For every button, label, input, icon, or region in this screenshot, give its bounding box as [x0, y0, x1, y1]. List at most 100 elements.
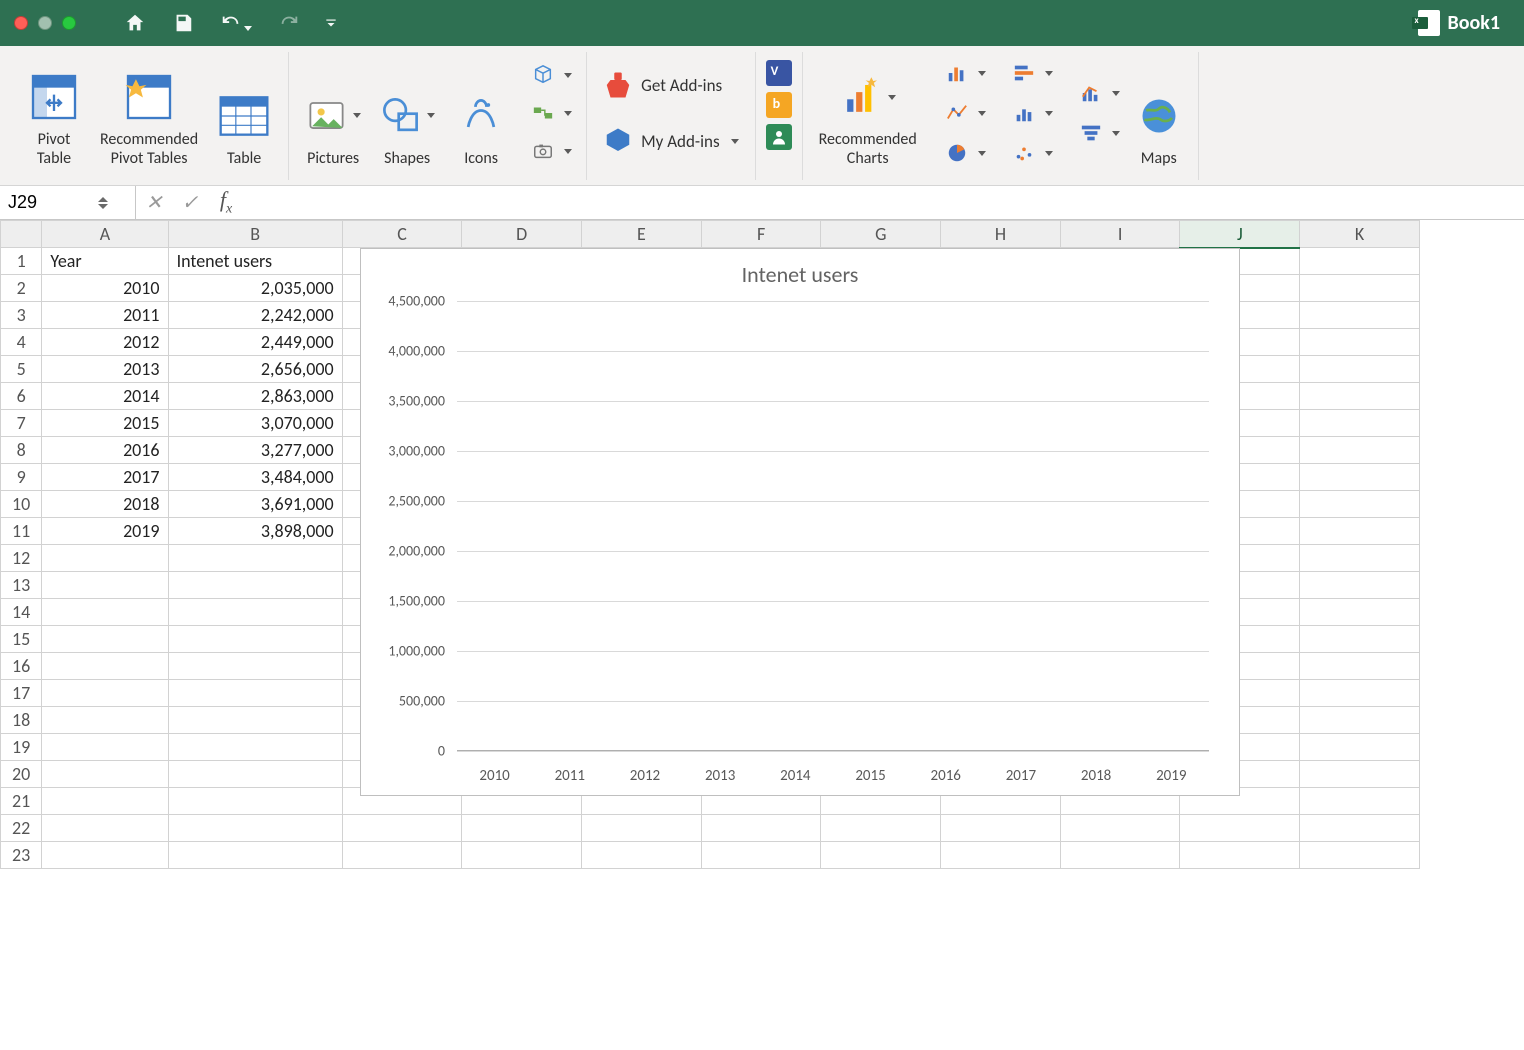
cell-B4[interactable]: 2,449,000: [168, 329, 342, 356]
cell-A15[interactable]: [42, 626, 168, 653]
cell-K2[interactable]: [1300, 275, 1420, 302]
select-all-corner[interactable]: [1, 221, 42, 248]
cell-K20[interactable]: [1300, 761, 1420, 788]
cell-K3[interactable]: [1300, 302, 1420, 329]
cell-B3[interactable]: 2,242,000: [168, 302, 342, 329]
name-box-input[interactable]: [8, 192, 98, 213]
cell-B6[interactable]: 2,863,000: [168, 383, 342, 410]
cell-K14[interactable]: [1300, 599, 1420, 626]
row-header[interactable]: 1: [1, 248, 42, 275]
cell-A20[interactable]: [42, 761, 168, 788]
cell-A6[interactable]: 2014: [42, 383, 168, 410]
cell-A13[interactable]: [42, 572, 168, 599]
cell-A3[interactable]: 2011: [42, 302, 168, 329]
cell-A14[interactable]: [42, 599, 168, 626]
column-header-K[interactable]: K: [1300, 221, 1420, 248]
cell-K21[interactable]: [1300, 788, 1420, 815]
cell-A23[interactable]: [42, 842, 168, 869]
column-header-A[interactable]: A: [42, 221, 168, 248]
row-header[interactable]: 15: [1, 626, 42, 653]
row-header[interactable]: 13: [1, 572, 42, 599]
name-box[interactable]: [0, 186, 136, 219]
cell-K7[interactable]: [1300, 410, 1420, 437]
cell-K12[interactable]: [1300, 545, 1420, 572]
cell-F22[interactable]: [701, 815, 821, 842]
cell-D22[interactable]: [462, 815, 582, 842]
cell-K6[interactable]: [1300, 383, 1420, 410]
cell-B17[interactable]: [168, 680, 342, 707]
bing-addin-icon[interactable]: b: [766, 92, 792, 118]
cell-K8[interactable]: [1300, 437, 1420, 464]
cell-A8[interactable]: 2016: [42, 437, 168, 464]
cell-K19[interactable]: [1300, 734, 1420, 761]
visio-addin-icon[interactable]: V: [766, 60, 792, 86]
maps-button[interactable]: Maps: [1130, 54, 1188, 172]
cell-B8[interactable]: 3,277,000: [168, 437, 342, 464]
cell-A16[interactable]: [42, 653, 168, 680]
worksheet[interactable]: ABCDEFGHIJK 1YearIntenet users220102,035…: [0, 220, 1524, 1050]
cell-B18[interactable]: [168, 707, 342, 734]
row-header[interactable]: 9: [1, 464, 42, 491]
cell-A4[interactable]: 2012: [42, 329, 168, 356]
cell-F23[interactable]: [701, 842, 821, 869]
cell-B14[interactable]: [168, 599, 342, 626]
cell-B13[interactable]: [168, 572, 342, 599]
cell-A1[interactable]: Year: [42, 248, 168, 275]
scatter-chart-button[interactable]: [1002, 137, 1057, 169]
column-header-H[interactable]: H: [941, 221, 1061, 248]
row-header[interactable]: 10: [1, 491, 42, 518]
cell-B15[interactable]: [168, 626, 342, 653]
shapes-button[interactable]: Shapes: [373, 54, 441, 172]
pie-chart-button[interactable]: [935, 137, 990, 169]
cell-K4[interactable]: [1300, 329, 1420, 356]
cell-B2[interactable]: 2,035,000: [168, 275, 342, 302]
bar-chart-button[interactable]: [1002, 57, 1057, 89]
row-header[interactable]: 23: [1, 842, 42, 869]
get-addins-button[interactable]: Get Add-ins: [597, 66, 744, 104]
people-graph-addin-icon[interactable]: [766, 124, 792, 150]
cell-A10[interactable]: 2018: [42, 491, 168, 518]
row-header[interactable]: 11: [1, 518, 42, 545]
fx-icon[interactable]: fx: [208, 187, 244, 217]
cell-B1[interactable]: Intenet users: [168, 248, 342, 275]
cell-H22[interactable]: [941, 815, 1061, 842]
cell-B20[interactable]: [168, 761, 342, 788]
cell-J23[interactable]: [1180, 842, 1300, 869]
cell-G23[interactable]: [821, 842, 941, 869]
column-header-G[interactable]: G: [821, 221, 941, 248]
cell-D23[interactable]: [462, 842, 582, 869]
combo-chart-button[interactable]: [1069, 77, 1124, 109]
row-header[interactable]: 19: [1, 734, 42, 761]
screenshot-button[interactable]: [521, 135, 576, 167]
row-header[interactable]: 6: [1, 383, 42, 410]
cell-A7[interactable]: 2015: [42, 410, 168, 437]
cell-E22[interactable]: [582, 815, 702, 842]
cell-A21[interactable]: [42, 788, 168, 815]
cell-B7[interactable]: 3,070,000: [168, 410, 342, 437]
cell-K23[interactable]: [1300, 842, 1420, 869]
cell-A2[interactable]: 2010: [42, 275, 168, 302]
row-header[interactable]: 16: [1, 653, 42, 680]
cell-K11[interactable]: [1300, 518, 1420, 545]
cell-B23[interactable]: [168, 842, 342, 869]
column-header-C[interactable]: C: [342, 221, 462, 248]
cell-B9[interactable]: 3,484,000: [168, 464, 342, 491]
row-header[interactable]: 17: [1, 680, 42, 707]
cell-G22[interactable]: [821, 815, 941, 842]
row-header[interactable]: 2: [1, 275, 42, 302]
enter-formula-icon[interactable]: ✓: [172, 190, 208, 215]
cell-I22[interactable]: [1060, 815, 1180, 842]
cell-A18[interactable]: [42, 707, 168, 734]
row-header[interactable]: 7: [1, 410, 42, 437]
column-header-F[interactable]: F: [701, 221, 821, 248]
my-addins-button[interactable]: My Add-ins: [597, 122, 744, 160]
cell-A22[interactable]: [42, 815, 168, 842]
cell-B22[interactable]: [168, 815, 342, 842]
cell-B12[interactable]: [168, 545, 342, 572]
row-header[interactable]: 3: [1, 302, 42, 329]
column-chart-button[interactable]: [935, 57, 990, 89]
row-header[interactable]: 12: [1, 545, 42, 572]
cell-A17[interactable]: [42, 680, 168, 707]
recommended-pivot-button[interactable]: Recommended Pivot Tables: [94, 54, 204, 172]
redo-button[interactable]: [272, 6, 306, 40]
